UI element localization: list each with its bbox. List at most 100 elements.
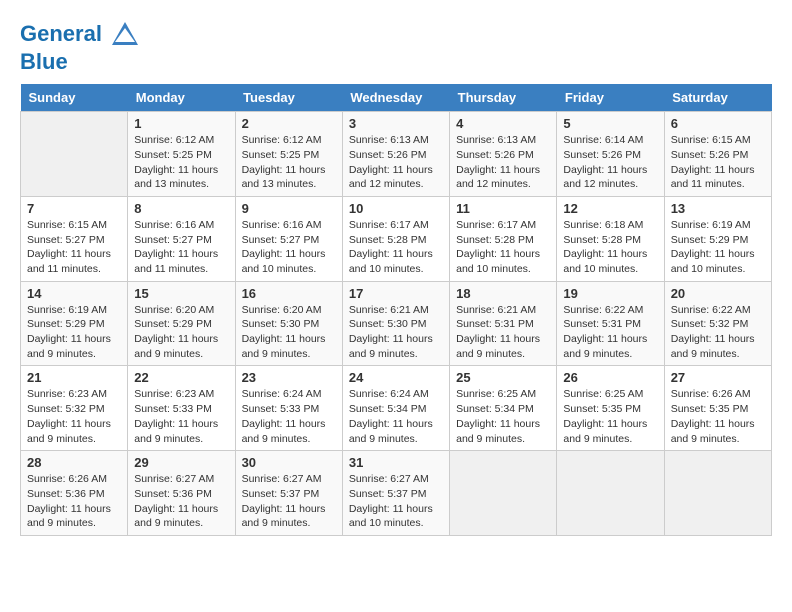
calendar-cell: 19 Sunrise: 6:22 AMSunset: 5:31 PMDayligh…: [557, 281, 664, 366]
calendar-cell: 30Sunrise: 6:27 AMSunset: 5:37 PMDayligh…: [235, 451, 342, 536]
calendar-cell: [557, 451, 664, 536]
calendar-cell: 11 Sunrise: 6:17 AMSunset: 5:28 PMDayligh…: [450, 196, 557, 281]
calendar-week-row: 14Sunrise: 6:19 AMSunset: 5:29 PMDayligh…: [21, 281, 772, 366]
calendar-cell: 10 Sunrise: 6:17 AMSunset: 5:28 PMDayligh…: [342, 196, 449, 281]
calendar-cell: 12 Sunrise: 6:18 AMSunset: 5:28 PMDayligh…: [557, 196, 664, 281]
day-number: 18: [456, 286, 550, 301]
day-number: 12: [563, 201, 657, 216]
calendar-cell: 26 Sunrise: 6:25 AMSunset: 5:35 PMDayligh…: [557, 366, 664, 451]
cell-details: Sunrise: 6:14 AMSunset: 5:26 PMDaylight:…: [563, 133, 657, 192]
cell-details: Sunrise: 6:20 AMSunset: 5:30 PMDaylight:…: [242, 303, 336, 362]
cell-details: Sunrise: 6:15 AMSunset: 5:26 PMDaylight:…: [671, 133, 765, 192]
cell-details: Sunrise: 6:17 AMSunset: 5:28 PMDaylight:…: [349, 218, 443, 277]
calendar-cell: 17Sunrise: 6:21 AMSunset: 5:30 PMDayligh…: [342, 281, 449, 366]
calendar-body: 1 Sunrise: 6:12 AMSunset: 5:25 PMDaylight…: [21, 112, 772, 536]
cell-details: Sunrise: 6:20 AMSunset: 5:29 PMDaylight:…: [134, 303, 228, 362]
cell-details: Sunrise: 6:21 AMSunset: 5:31 PMDaylight:…: [456, 303, 550, 362]
day-number: 2: [242, 116, 336, 131]
day-number: 3: [349, 116, 443, 131]
calendar-cell: 28 Sunrise: 6:26 AMSunset: 5:36 PMDayligh…: [21, 451, 128, 536]
calendar-cell: 2 Sunrise: 6:12 AMSunset: 5:25 PMDaylight…: [235, 112, 342, 197]
calendar-header-row: SundayMondayTuesdayWednesdayThursdayFrid…: [21, 84, 772, 112]
calendar-cell: 22Sunrise: 6:23 AMSunset: 5:33 PMDayligh…: [128, 366, 235, 451]
cell-details: Sunrise: 6:24 AMSunset: 5:34 PMDaylight:…: [349, 387, 443, 446]
calendar-cell: [450, 451, 557, 536]
calendar-week-row: 7 Sunrise: 6:15 AMSunset: 5:27 PMDaylight…: [21, 196, 772, 281]
day-number: 15: [134, 286, 228, 301]
cell-details: Sunrise: 6:17 AMSunset: 5:28 PMDaylight:…: [456, 218, 550, 277]
calendar-cell: 8 Sunrise: 6:16 AMSunset: 5:27 PMDaylight…: [128, 196, 235, 281]
weekday-header-wednesday: Wednesday: [342, 84, 449, 112]
cell-details: Sunrise: 6:26 AMSunset: 5:36 PMDaylight:…: [27, 472, 121, 531]
cell-details: Sunrise: 6:12 AMSunset: 5:25 PMDaylight:…: [134, 133, 228, 192]
calendar-cell: 14Sunrise: 6:19 AMSunset: 5:29 PMDayligh…: [21, 281, 128, 366]
calendar-cell: 27 Sunrise: 6:26 AMSunset: 5:35 PMDayligh…: [664, 366, 771, 451]
page-header: General Blue: [20, 20, 772, 74]
day-number: 13: [671, 201, 765, 216]
day-number: 30: [242, 455, 336, 470]
cell-details: Sunrise: 6:22 AMSunset: 5:31 PMDaylight:…: [563, 303, 657, 362]
day-number: 8: [134, 201, 228, 216]
cell-details: Sunrise: 6:27 AMSunset: 5:37 PMDaylight:…: [349, 472, 443, 531]
day-number: 17: [349, 286, 443, 301]
cell-details: Sunrise: 6:19 AMSunset: 5:29 PMDaylight:…: [27, 303, 121, 362]
day-number: 4: [456, 116, 550, 131]
calendar-week-row: 1 Sunrise: 6:12 AMSunset: 5:25 PMDaylight…: [21, 112, 772, 197]
day-number: 29: [134, 455, 228, 470]
day-number: 25: [456, 370, 550, 385]
calendar-cell: 1 Sunrise: 6:12 AMSunset: 5:25 PMDaylight…: [128, 112, 235, 197]
logo-text-2: Blue: [20, 50, 140, 74]
day-number: 20: [671, 286, 765, 301]
calendar-cell: 15 Sunrise: 6:20 AMSunset: 5:29 PMDayligh…: [128, 281, 235, 366]
calendar-cell: 25Sunrise: 6:25 AMSunset: 5:34 PMDayligh…: [450, 366, 557, 451]
day-number: 21: [27, 370, 121, 385]
calendar-cell: 31 Sunrise: 6:27 AMSunset: 5:37 PMDayligh…: [342, 451, 449, 536]
cell-details: Sunrise: 6:25 AMSunset: 5:35 PMDaylight:…: [563, 387, 657, 446]
day-number: 10: [349, 201, 443, 216]
weekday-header-thursday: Thursday: [450, 84, 557, 112]
cell-details: Sunrise: 6:26 AMSunset: 5:35 PMDaylight:…: [671, 387, 765, 446]
weekday-header-sunday: Sunday: [21, 84, 128, 112]
cell-details: Sunrise: 6:12 AMSunset: 5:25 PMDaylight:…: [242, 133, 336, 192]
day-number: 27: [671, 370, 765, 385]
calendar-cell: 13 Sunrise: 6:19 AMSunset: 5:29 PMDayligh…: [664, 196, 771, 281]
day-number: 1: [134, 116, 228, 131]
day-number: 24: [349, 370, 443, 385]
weekday-header-monday: Monday: [128, 84, 235, 112]
calendar-week-row: 28 Sunrise: 6:26 AMSunset: 5:36 PMDayligh…: [21, 451, 772, 536]
day-number: 19: [563, 286, 657, 301]
day-number: 5: [563, 116, 657, 131]
logo-text: General: [20, 20, 140, 50]
calendar-cell: 16Sunrise: 6:20 AMSunset: 5:30 PMDayligh…: [235, 281, 342, 366]
cell-details: Sunrise: 6:16 AMSunset: 5:27 PMDaylight:…: [134, 218, 228, 277]
cell-details: Sunrise: 6:13 AMSunset: 5:26 PMDaylight:…: [456, 133, 550, 192]
day-number: 9: [242, 201, 336, 216]
cell-details: Sunrise: 6:16 AMSunset: 5:27 PMDaylight:…: [242, 218, 336, 277]
cell-details: Sunrise: 6:23 AMSunset: 5:33 PMDaylight:…: [134, 387, 228, 446]
day-number: 7: [27, 201, 121, 216]
cell-details: Sunrise: 6:27 AMSunset: 5:36 PMDaylight:…: [134, 472, 228, 531]
day-number: 28: [27, 455, 121, 470]
weekday-header-saturday: Saturday: [664, 84, 771, 112]
calendar-table: SundayMondayTuesdayWednesdayThursdayFrid…: [20, 84, 772, 536]
calendar-week-row: 21 Sunrise: 6:23 AMSunset: 5:32 PMDayligh…: [21, 366, 772, 451]
calendar-cell: [664, 451, 771, 536]
calendar-cell: 3 Sunrise: 6:13 AMSunset: 5:26 PMDaylight…: [342, 112, 449, 197]
cell-details: Sunrise: 6:13 AMSunset: 5:26 PMDaylight:…: [349, 133, 443, 192]
calendar-cell: 6Sunrise: 6:15 AMSunset: 5:26 PMDaylight…: [664, 112, 771, 197]
weekday-header-friday: Friday: [557, 84, 664, 112]
calendar-cell: [21, 112, 128, 197]
cell-details: Sunrise: 6:22 AMSunset: 5:32 PMDaylight:…: [671, 303, 765, 362]
cell-details: Sunrise: 6:23 AMSunset: 5:32 PMDaylight:…: [27, 387, 121, 446]
calendar-cell: 18 Sunrise: 6:21 AMSunset: 5:31 PMDayligh…: [450, 281, 557, 366]
day-number: 26: [563, 370, 657, 385]
calendar-cell: 29 Sunrise: 6:27 AMSunset: 5:36 PMDayligh…: [128, 451, 235, 536]
calendar-cell: 20 Sunrise: 6:22 AMSunset: 5:32 PMDayligh…: [664, 281, 771, 366]
calendar-cell: 9 Sunrise: 6:16 AMSunset: 5:27 PMDaylight…: [235, 196, 342, 281]
cell-details: Sunrise: 6:18 AMSunset: 5:28 PMDaylight:…: [563, 218, 657, 277]
calendar-cell: 5 Sunrise: 6:14 AMSunset: 5:26 PMDaylight…: [557, 112, 664, 197]
day-number: 31: [349, 455, 443, 470]
day-number: 11: [456, 201, 550, 216]
cell-details: Sunrise: 6:15 AMSunset: 5:27 PMDaylight:…: [27, 218, 121, 277]
cell-details: Sunrise: 6:19 AMSunset: 5:29 PMDaylight:…: [671, 218, 765, 277]
